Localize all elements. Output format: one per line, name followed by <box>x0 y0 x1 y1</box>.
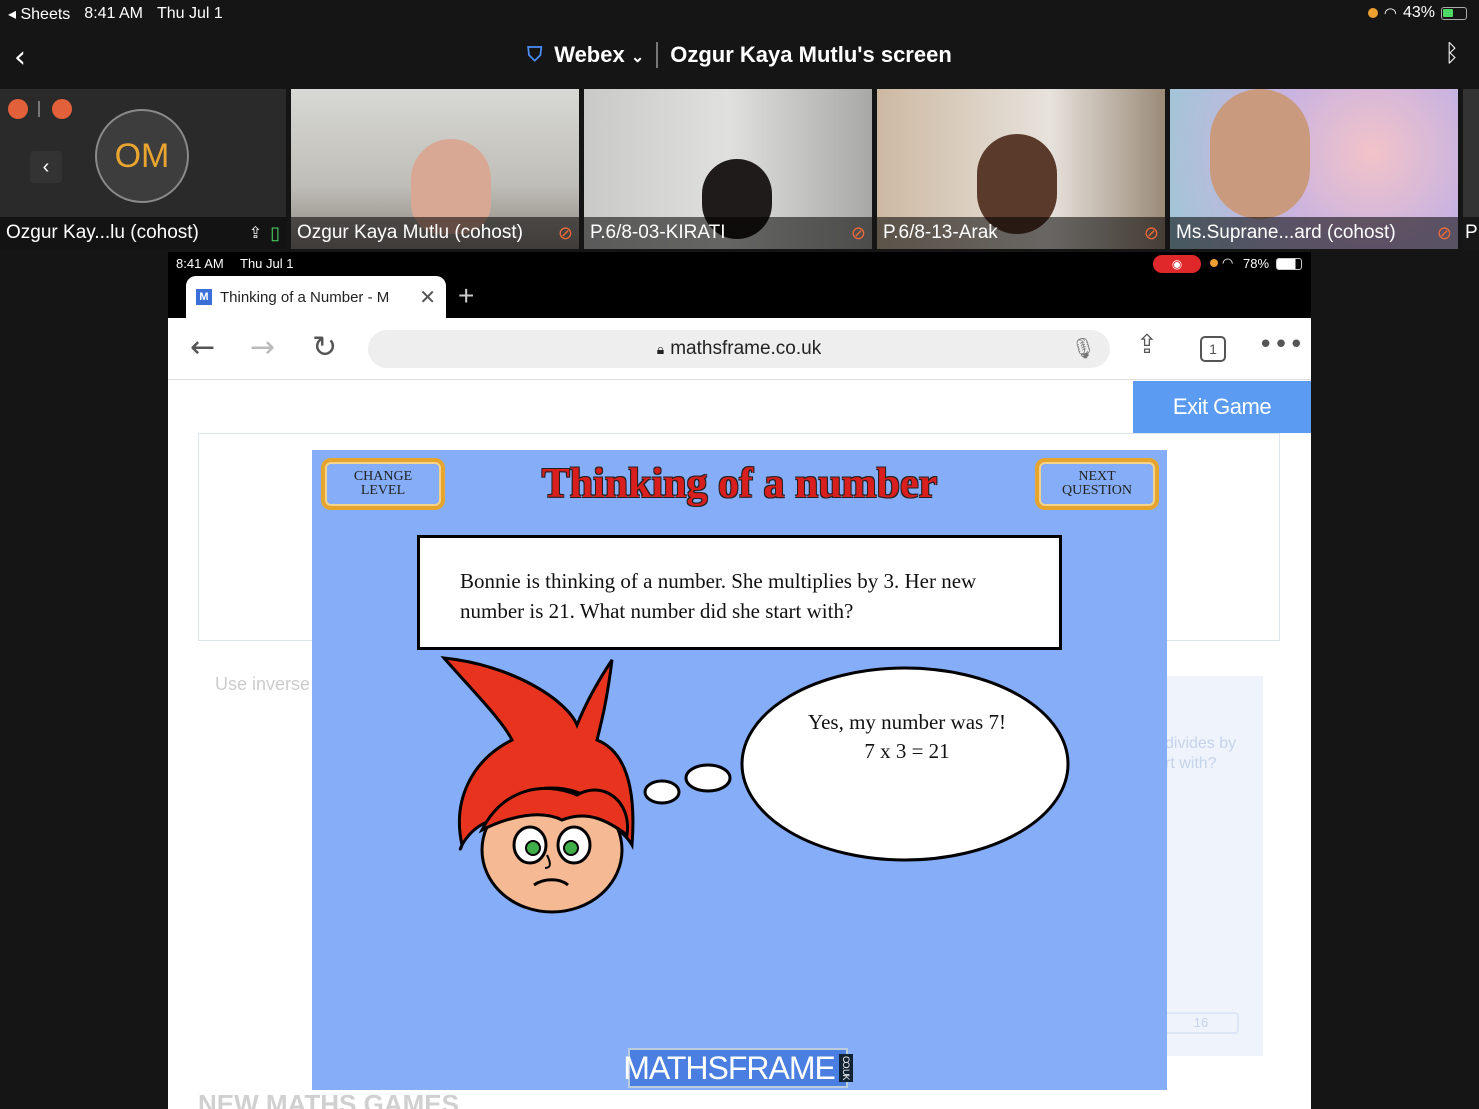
more-options-icon[interactable]: ••• <box>1258 330 1304 360</box>
background-panel: divides by rt with? 16 <box>1163 676 1263 1056</box>
browser-tab-bar: M Thinking of a Number - M ✕ + <box>168 276 1311 318</box>
status-time: 8:41 AM <box>84 5 143 22</box>
mathsframe-logo: MATHSFRAME CO.UK <box>623 1048 853 1088</box>
lock-icon: 🔒︎ <box>656 340 665 357</box>
background-answer-box: 16 <box>1163 1012 1239 1034</box>
url-text: mathsframe.co.uk <box>670 338 822 359</box>
participant-name-bar: P <box>1463 217 1479 249</box>
mic-muted-icon: ⊘ <box>1143 222 1159 243</box>
collapse-strip-button[interactable]: ‹ <box>30 151 62 183</box>
mute-status-icon <box>8 99 28 119</box>
game-canvas: CHANGE LEVEL Thinking of a number NEXT Q… <box>312 450 1167 1090</box>
web-page: Exit Game Use inverse o divides by rt wi… <box>168 381 1311 1109</box>
webex-app-label: Webex <box>554 42 625 67</box>
logo-text: MATHSFRAME <box>623 1049 836 1086</box>
reload-icon[interactable]: ↻ <box>312 330 337 365</box>
wifi-icon: ◠ <box>1222 255 1234 270</box>
mic-on-icon: ▯ <box>270 222 280 243</box>
participant-tile-video[interactable]: P.6/8-03-KIRATI ⊘ <box>584 89 872 249</box>
answer-line-1: Yes, my number was 7! <box>808 710 1006 734</box>
recording-indicator-icon: ◉ <box>1153 255 1201 273</box>
background-hint-text: Use inverse o <box>215 674 326 694</box>
thought-bubble-dot-small <box>643 779 681 805</box>
exit-game-button[interactable]: Exit Game <box>1133 381 1311 433</box>
background-heading: NEW MATHS GAMES <box>198 1089 459 1109</box>
chevron-down-icon: ⌄ <box>630 49 645 66</box>
share-icon: ⇪ <box>248 225 263 242</box>
screen-title: Ozgur Kaya Mutlu's screen <box>670 42 952 67</box>
participant-name-bar: Ozgur Kaya Mutlu (cohost) ⊘ <box>291 217 579 249</box>
answer-line-2: 7 x 3 = 21 <box>864 739 950 763</box>
tab-title: Thinking of a Number - M <box>220 288 390 306</box>
battery-icon <box>1441 6 1467 20</box>
shared-status-time: 8:41 AM <box>176 256 224 271</box>
divider <box>656 42 659 68</box>
participant-name: P.6/8-13-Arak <box>883 222 998 243</box>
next-question-button[interactable]: NEXT QUESTION <box>1035 458 1159 510</box>
tab-count-button[interactable]: 1 <box>1200 336 1226 362</box>
address-bar[interactable]: 🔒︎ mathsframe.co.uk 🎙︎ <box>368 330 1110 368</box>
answer-bubble-text: Yes, my number was 7! 7 x 3 = 21 <box>742 708 1072 766</box>
bluetooth-icon: ᛒ <box>1444 40 1459 67</box>
battery-percent: 43% <box>1402 4 1435 21</box>
mic-muted-icon: ⊘ <box>1436 222 1452 243</box>
participant-tile-partial[interactable]: P <box>1463 89 1479 249</box>
logo-suffix: CO.UK <box>838 1054 853 1082</box>
participant-name-bar: Ms.Suprane...ard (cohost) ⊘ <box>1170 217 1458 249</box>
shared-status-date: Thu Jul 1 <box>240 256 294 271</box>
participant-name-bar: Ozgur Kay...lu (cohost) ⇪ ▯ <box>0 217 286 249</box>
battery-icon <box>1276 258 1302 270</box>
character-icon <box>440 656 635 914</box>
participant-tile-self[interactable]: ‹ OM Ozgur Kay...lu (cohost) ⇪ ▯ <box>0 89 286 249</box>
recording-icon <box>52 99 72 119</box>
participant-tile-video[interactable]: Ms.Suprane...ard (cohost) ⊘ <box>1170 89 1458 249</box>
privacy-dot-icon <box>1210 259 1218 267</box>
shield-icon: ⛉ <box>527 43 543 66</box>
new-tab-plus-icon[interactable]: + <box>458 280 474 312</box>
participant-name: Ms.Suprane...ard (cohost) <box>1176 222 1396 243</box>
microphone-icon[interactable]: 🎙︎ <box>1071 336 1096 361</box>
webex-app-menu[interactable]: Webex ⌄ <box>554 42 644 68</box>
favicon-icon: M <box>196 289 212 305</box>
shared-battery-percent: 78% <box>1243 256 1270 271</box>
thought-bubble-dot-large <box>684 763 732 793</box>
back-app-label: Sheets <box>20 6 71 23</box>
ios-status-bar: ◂ Sheets 8:41 AM Thu Jul 1 ◠ 43% <box>0 0 1479 28</box>
privacy-dot-icon <box>1367 8 1378 18</box>
participant-name-bar: P.6/8-03-KIRATI ⊘ <box>584 217 872 249</box>
participant-name: P <box>1465 222 1477 243</box>
participant-tile-video[interactable]: Ozgur Kaya Mutlu (cohost) ⊘ <box>291 89 579 249</box>
wifi-icon: ◠ <box>1383 5 1397 22</box>
back-to-app-link[interactable]: ◂ Sheets <box>8 4 70 24</box>
mic-muted-icon: ⊘ <box>850 222 866 243</box>
close-tab-icon[interactable]: ✕ <box>419 285 436 310</box>
participant-name: P.6/8-03-KIRATI <box>590 222 726 243</box>
browser-back-arrow-icon[interactable]: ← <box>190 330 215 365</box>
header-title: ⛉ Webex ⌄ Ozgur Kaya Mutlu's screen <box>0 42 1479 68</box>
participant-strip: ‹ OM Ozgur Kay...lu (cohost) ⇪ ▯ Ozgur K… <box>0 89 1479 249</box>
share-icon[interactable]: ⇪ <box>1136 330 1158 360</box>
divider <box>38 101 40 117</box>
status-date: Thu Jul 1 <box>157 5 223 22</box>
participant-tile-video[interactable]: P.6/8-13-Arak ⊘ <box>877 89 1165 249</box>
mic-muted-icon: ⊘ <box>557 222 573 243</box>
participant-name: Ozgur Kaya Mutlu (cohost) <box>297 222 523 243</box>
question-box: Bonnie is thinking of a number. She mult… <box>417 535 1062 650</box>
background-panel-text: divides by rt with? <box>1165 735 1237 772</box>
shared-screen: 8:41 AM Thu Jul 1 ◉ ◠ 78% M Thinking of … <box>168 252 1311 1109</box>
webex-header: ‹ ⛉ Webex ⌄ Ozgur Kaya Mutlu's screen ᛒ <box>0 28 1479 86</box>
avatar: OM <box>95 109 189 203</box>
browser-toolbar: ← → ↻ 🔒︎ mathsframe.co.uk 🎙︎ ⇪ 1 ••• <box>168 318 1311 380</box>
browser-forward-arrow-icon[interactable]: → <box>250 330 275 365</box>
shared-status-bar: 8:41 AM Thu Jul 1 ◉ ◠ 78% <box>168 252 1311 276</box>
participant-video-face <box>1210 89 1310 219</box>
browser-tab[interactable]: M Thinking of a Number - M ✕ <box>186 276 446 318</box>
participant-name-bar: P.6/8-13-Arak ⊘ <box>877 217 1165 249</box>
participant-name: Ozgur Kay...lu (cohost) <box>6 222 199 243</box>
